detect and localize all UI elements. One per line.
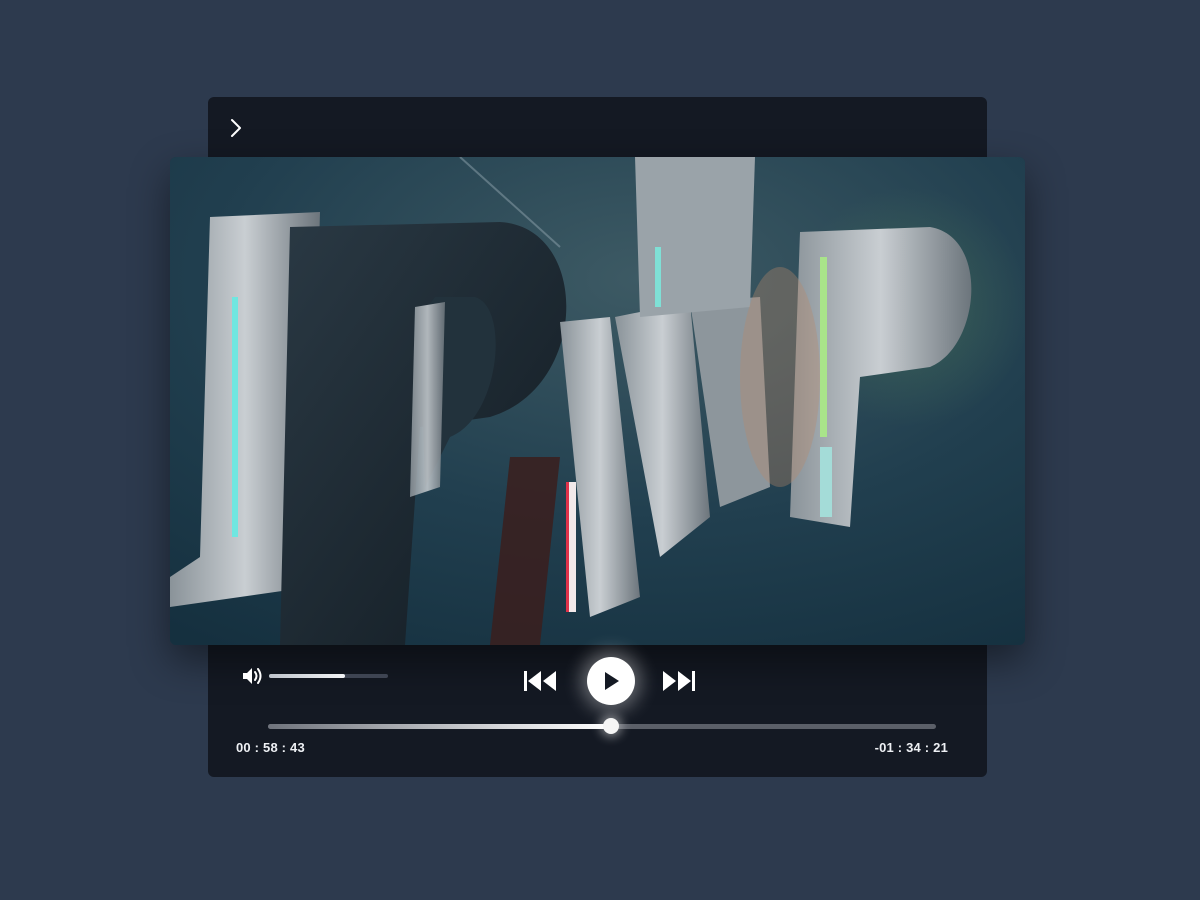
progress-bar[interactable] bbox=[268, 718, 936, 734]
skip-forward-icon bbox=[663, 671, 695, 691]
skip-back-button[interactable] bbox=[522, 669, 558, 693]
play-button[interactable] bbox=[587, 657, 635, 705]
speaker-volume-icon bbox=[243, 668, 262, 684]
volume-button[interactable] bbox=[241, 665, 265, 687]
play-icon bbox=[605, 672, 619, 690]
back-button[interactable] bbox=[222, 114, 250, 142]
remaining-time: -01 : 34 : 21 bbox=[874, 740, 948, 755]
video-still-image bbox=[170, 157, 1025, 645]
skip-back-icon bbox=[524, 671, 556, 691]
video-frame[interactable] bbox=[170, 157, 1025, 645]
progress-bar-fill bbox=[268, 724, 612, 729]
skip-forward-button[interactable] bbox=[661, 669, 697, 693]
chevron-right-icon bbox=[231, 119, 241, 137]
volume-slider[interactable] bbox=[269, 674, 388, 678]
elapsed-time: 00 : 58 : 43 bbox=[236, 740, 305, 755]
volume-slider-fill bbox=[269, 674, 346, 678]
